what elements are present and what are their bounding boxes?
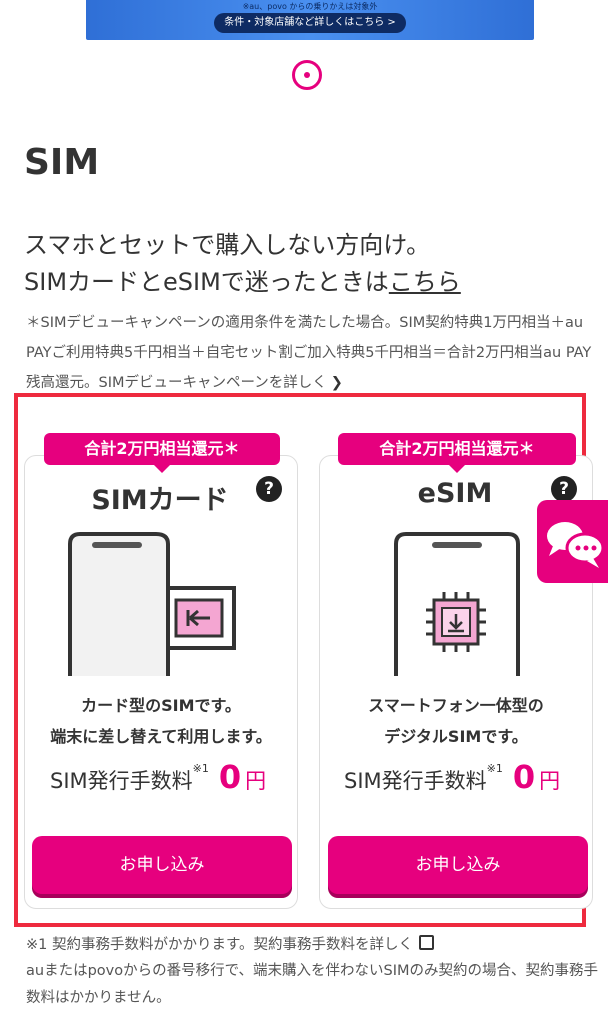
- footnote-fee-text[interactable]: ※1 契約事務手数料がかかります。契約事務手数料を詳しく: [26, 937, 413, 953]
- card-description-line1: スマートフォン一体型の: [368, 696, 544, 715]
- card-title: SIMカード: [91, 485, 229, 516]
- card-description: スマートフォン一体型の デジタルSIMです。: [323, 690, 589, 752]
- chat-bubbles-icon: [547, 522, 605, 568]
- fee-unit: 円: [245, 769, 267, 793]
- fee-unit: 円: [539, 769, 561, 793]
- promo-banner[interactable]: ※au、povo からの乗りかえは対象外 条件・対象店舗など詳しくはこちら >: [86, 0, 534, 40]
- section-title: SIM: [24, 142, 100, 183]
- card-description-line2: 端末に差し替えて利用します。: [50, 727, 272, 746]
- fee-label: SIM発行手数料: [344, 769, 487, 793]
- campaign-note-text: ＊SIMデビューキャンペーンの適用条件を満たした場合。SIM契約特典1万円相当＋…: [26, 315, 592, 391]
- footnote-fee: ※1 契約事務手数料がかかります。契約事務手数料を詳しく: [26, 932, 601, 959]
- fee-info: SIM発行手数料※1 0 円: [344, 758, 560, 796]
- sim-card-illustration: [68, 532, 236, 676]
- chevron-right-icon[interactable]: ❯: [331, 375, 343, 391]
- fee-footnote-mark: ※1: [486, 762, 503, 775]
- campaign-note: ＊SIMデビューキャンペーンの適用条件を満たした場合。SIM契約特典1万円相当＋…: [26, 308, 601, 398]
- apply-sim-card-button[interactable]: お申し込み: [32, 836, 292, 894]
- card-description-line2: デジタルSIMです。: [384, 727, 528, 746]
- esim-phone-illustration: [394, 532, 520, 676]
- external-link-icon[interactable]: [419, 935, 435, 950]
- compare-link[interactable]: こちら: [389, 268, 461, 296]
- help-icon[interactable]: ?: [551, 476, 577, 502]
- card-description-line1: カード型のSIMです。: [81, 696, 241, 715]
- banner-note: ※au、povo からの乗りかえは対象外: [242, 2, 378, 11]
- card-description: カード型のSIMです。 端末に差し替えて利用します。: [28, 690, 294, 752]
- fee-label: SIM発行手数料: [50, 769, 193, 793]
- fee-value: 0: [218, 758, 242, 796]
- reward-badge: 合計2万円相当還元＊: [338, 433, 576, 473]
- lead-text: スマホとセットで購入しない方向け。: [24, 231, 431, 259]
- lead-text-prefix: SIMカードとeSIMで迷ったときは: [24, 268, 389, 296]
- chat-button[interactable]: [537, 500, 608, 583]
- carousel-indicator-icon[interactable]: [292, 60, 322, 90]
- help-icon[interactable]: ?: [256, 476, 282, 502]
- reward-badge: 合計2万円相当還元＊: [44, 433, 280, 473]
- card-title: eSIM: [417, 478, 493, 509]
- footnote-transfer: auまたはpovoからの番号移行で、端末購入を伴わないSIMのみ契約の場合、契約…: [26, 963, 599, 1006]
- fee-footnote-mark: ※1: [192, 762, 209, 775]
- fee-info: SIM発行手数料※1 0 円: [50, 758, 266, 796]
- banner-details-button[interactable]: 条件・対象店舗など詳しくはこちら >: [214, 13, 406, 33]
- apply-esim-button[interactable]: お申し込み: [328, 836, 588, 894]
- fee-value: 0: [512, 758, 536, 796]
- lead-text-2: SIMカードとeSIMで迷ったときはこちら: [24, 262, 461, 297]
